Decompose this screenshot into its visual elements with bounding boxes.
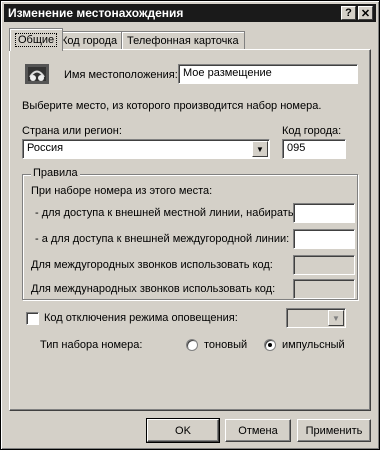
rules-group-title: Правила xyxy=(31,167,80,179)
call-waiting-select: ▼ xyxy=(286,308,346,328)
country-label: Страна или регион: xyxy=(22,125,122,137)
title-bar: Изменение местонахождения ? ✕ xyxy=(4,4,376,22)
cancel-button[interactable]: Отмена xyxy=(225,419,291,442)
local-line-label: - для доступа к внешней местной линии, н… xyxy=(35,207,297,219)
tab-area-code[interactable]: Код города xyxy=(55,31,124,50)
tab-general[interactable]: Общие xyxy=(9,28,64,51)
dialog-window: Изменение местонахождения ? ✕ Общие Код … xyxy=(0,0,380,450)
tab-calling-card[interactable]: Телефонная карточка xyxy=(121,31,245,50)
tone-dial-radio[interactable] xyxy=(186,339,198,351)
location-icon xyxy=(25,64,49,84)
call-waiting-checkbox[interactable] xyxy=(26,312,39,325)
call-waiting-label: Код отключения режима оповещения: xyxy=(44,312,238,324)
ok-button[interactable]: OK xyxy=(146,418,220,443)
select-place-text: Выберите место, из которого производится… xyxy=(22,100,322,112)
country-select[interactable]: Россия ▼ xyxy=(22,139,270,159)
general-panel: Имя местоположения: Мое размещение Выбер… xyxy=(9,49,371,411)
help-button[interactable]: ? xyxy=(341,6,356,20)
chevron-down-icon: ▼ xyxy=(328,310,344,326)
long-distance-line-input[interactable] xyxy=(293,229,355,249)
pulse-dial-label: импульсный xyxy=(282,339,345,351)
international-carrier-input xyxy=(293,279,355,299)
location-name-label: Имя местоположения: xyxy=(64,69,178,81)
local-line-input[interactable] xyxy=(293,203,355,223)
dial-type-label: Тип набора номера: xyxy=(40,339,143,351)
tone-dial-label: тоновый xyxy=(204,339,248,351)
location-name-input[interactable]: Мое размещение xyxy=(178,64,358,84)
long-distance-carrier-input xyxy=(293,255,355,275)
long-distance-carrier-label: Для междугородных звонков использовать к… xyxy=(31,259,273,271)
close-button[interactable]: ✕ xyxy=(358,6,373,20)
tab-calling-card-label: Телефонная карточка xyxy=(127,35,239,47)
tab-general-label: Общие xyxy=(15,33,58,47)
window-title: Изменение местонахождения xyxy=(8,6,184,20)
long-distance-line-label: - а для доступа к внешней междугородной … xyxy=(35,233,290,245)
area-code-label: Код города: xyxy=(282,125,342,137)
dialing-from-here-text: При наборе номера из этого места: xyxy=(31,185,213,197)
apply-button[interactable]: Применить xyxy=(297,419,371,442)
country-value: Россия xyxy=(27,142,64,154)
rules-group: Правила При наборе номера из этого места… xyxy=(22,167,358,300)
international-carrier-label: Для международных звонков использовать к… xyxy=(31,283,276,295)
chevron-down-icon[interactable]: ▼ xyxy=(252,141,268,157)
area-code-input[interactable]: 095 xyxy=(282,139,346,159)
tab-area-code-label: Код города xyxy=(61,35,118,47)
pulse-dial-radio[interactable] xyxy=(264,339,276,351)
